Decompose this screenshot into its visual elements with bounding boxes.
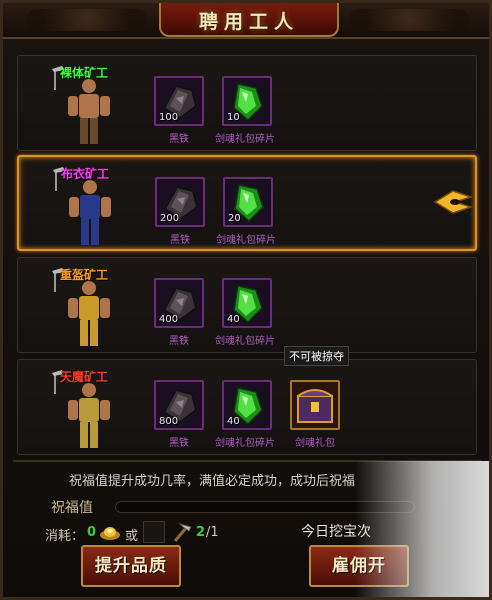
blessing-progress-bar [115,501,415,513]
item-slot[interactable]: 20 [223,177,273,227]
gold-ingot-icon [99,523,121,541]
item-slot[interactable]: 40 [222,380,272,430]
item-quantity: 40 [227,416,240,427]
upgrade-quality-button[interactable]: 提升品质 [81,545,181,587]
hire-workers-panel: 聘用工人 裸体矿工 100 黑铁 10 剑魂礼包碎片 布衣矿工 200 黑铁 20 剑魂礼包碎片重… [0,0,492,600]
item-slot[interactable]: 40 [222,278,272,328]
worker-name: 重盔矿工 [60,268,109,282]
item-slot[interactable]: 100 [154,76,204,126]
title-plate: 聘用工人 [159,3,339,37]
blessing-description: 祝福值提升成功几率，满值必定成功，成功后祝福 [69,474,356,489]
item-slot[interactable]: 200 [155,177,205,227]
item-quantity: 20 [228,213,241,224]
unlootable-tag: 不可被掠夺 [284,346,349,366]
demon-miner-figure [54,378,124,454]
item-label: 剑魂礼包碎片 [215,134,275,145]
worker-row[interactable]: 裸体矿工 100 黑铁 10 剑魂礼包碎片 [17,55,477,151]
worker-row[interactable]: 天魔矿工 800 黑铁 40 剑魂礼包碎片 剑魂礼包 不可被掠夺 [17,346,477,455]
item-slot[interactable] [290,380,340,430]
selected-arrow-icon [433,187,474,217]
daily-dig-count-label: 今日挖宝次 [301,524,371,540]
ornament-right [349,9,469,31]
naked-miner-figure [54,74,124,150]
worker-list: 裸体矿工 100 黑铁 10 剑魂礼包碎片 布衣矿工 200 黑铁 20 剑魂礼包碎片 重盔矿工 40… [13,49,481,459]
worker-row[interactable]: 重盔矿工 400 黑铁 40 剑魂礼包碎片 [17,257,477,353]
hire-button[interactable]: 雇佣开 [309,545,409,587]
worker-name: 裸体矿工 [60,66,109,80]
cost-label: 消耗： [45,529,85,544]
ornament-left [27,9,147,31]
item-quantity: 200 [160,213,180,224]
item-quantity: 10 [227,112,240,123]
worker-name: 天魔矿工 [60,370,109,384]
cloth-miner-figure [55,175,125,251]
blessing-label: 祝福值 [51,500,93,516]
treasure-chest-icon [292,382,338,432]
item-slot[interactable]: 800 [154,380,204,430]
gold-ingot-count: 0 [87,525,97,540]
item-quantity: 800 [159,416,179,427]
item-label: 剑魂礼包碎片 [215,336,275,347]
heavy-armor-miner-figure [54,276,124,352]
or-label: 或 [125,529,139,544]
worker-name: 布衣矿工 [61,167,110,181]
item-label: 剑魂礼包碎片 [216,235,276,246]
title-bar: 聘用工人 [3,3,489,39]
worker-row[interactable]: 布衣矿工 200 黑铁 20 剑魂礼包碎片 [17,155,477,251]
item-label: 剑魂礼包 [295,438,335,449]
item-slot[interactable]: 10 [222,76,272,126]
divider [13,460,481,462]
pickaxe-required-count: /1 [206,525,219,540]
item-quantity: 40 [227,314,240,325]
empty-item-slot[interactable] [143,521,165,543]
item-slot[interactable]: 400 [154,278,204,328]
pickaxe-icon [171,521,193,543]
item-quantity: 400 [159,314,179,325]
item-quantity: 100 [159,112,179,123]
panel-title: 聘用工人 [198,11,299,33]
item-label: 剑魂礼包碎片 [215,438,275,449]
pickaxe-owned-count: 2 [196,525,206,540]
